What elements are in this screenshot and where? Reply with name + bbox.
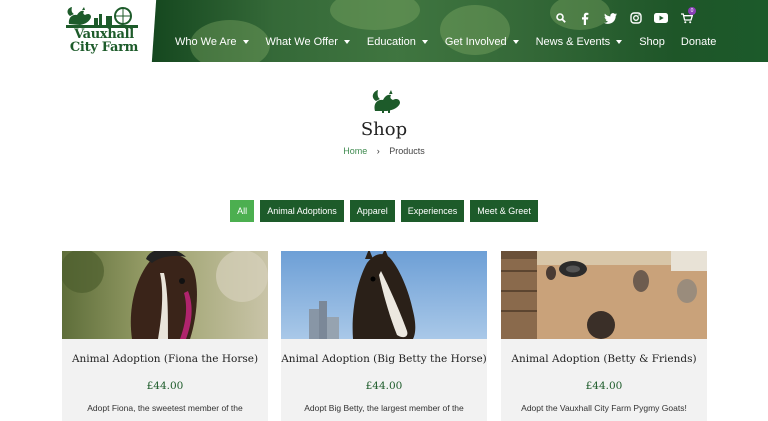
logo[interactable]: Vauxhall City Farm [0, 0, 150, 62]
nav-shop[interactable]: Shop [639, 36, 665, 48]
nav-label: Donate [680, 36, 717, 48]
filter-experiences[interactable]: Experiences [400, 200, 465, 222]
facebook-icon[interactable] [579, 11, 591, 25]
site-header: Vauxhall City Farm 0 Who We Are What We … [0, 0, 768, 62]
nav-education[interactable]: Education [367, 36, 428, 48]
nav-news-events[interactable]: News & Events [536, 36, 623, 48]
product-price: £44.00 [146, 380, 184, 392]
nav-label: Education [366, 36, 416, 48]
breadcrumb-home-link[interactable]: Home [343, 146, 367, 156]
chevron-right-icon: › [376, 146, 380, 156]
nav-label: Shop [639, 36, 665, 48]
nav-label: Who We Are [175, 36, 237, 48]
cart-count-badge: 0 [688, 7, 696, 15]
product-card[interactable]: Animal Adoption (Betty & Friends) £44.00… [501, 251, 707, 421]
product-image[interactable] [281, 251, 487, 339]
page-title: Shop [360, 119, 408, 140]
filter-meet-greet[interactable]: Meet & Greet [470, 200, 538, 222]
product-title[interactable]: Animal Adoption (Fiona the Horse) [62, 353, 268, 365]
breadcrumb: Home › Products [0, 146, 768, 156]
search-icon[interactable] [555, 11, 567, 25]
product-description: Adopt Big Betty, the largest member of t… [304, 403, 464, 413]
nav-donate[interactable]: Donate [681, 36, 716, 48]
product-title[interactable]: Animal Adoption (Betty & Friends) [501, 353, 707, 365]
category-filters: All Animal Adoptions Apparel Experiences… [0, 200, 768, 222]
filter-animal-adoptions[interactable]: Animal Adoptions [260, 200, 344, 222]
header-background-image [150, 0, 768, 62]
nav-get-involved[interactable]: Get Involved [445, 36, 519, 48]
nav-what-we-offer[interactable]: What We Offer [266, 36, 350, 48]
logo-rooster-icon [66, 7, 138, 28]
nav-who-we-are[interactable]: Who We Are [175, 36, 249, 48]
twitter-icon[interactable] [603, 11, 617, 25]
caret-down-icon [512, 40, 519, 44]
product-price: £44.00 [585, 380, 623, 392]
caret-down-icon [343, 40, 350, 44]
product-image[interactable] [62, 251, 268, 339]
breadcrumb-current: Products [389, 146, 425, 156]
caret-down-icon [421, 40, 428, 44]
instagram-icon[interactable] [629, 11, 643, 25]
product-image[interactable] [501, 251, 707, 339]
logo-text: Vauxhall City Farm [66, 28, 142, 54]
rooster-icon [372, 90, 400, 113]
logo-line-2: City Farm [69, 40, 139, 55]
product-price: £44.00 [365, 380, 403, 392]
product-card[interactable]: Animal Adoption (Fiona the Horse) £44.00… [62, 251, 268, 421]
product-description: Adopt the Vauxhall City Farm Pygmy Goats… [521, 403, 687, 413]
product-card[interactable]: Animal Adoption (Big Betty the Horse) £4… [281, 251, 487, 421]
main-nav: Who We Are What We Offer Education Get I… [175, 35, 733, 49]
filter-all[interactable]: All [230, 200, 255, 222]
product-title[interactable]: Animal Adoption (Big Betty the Horse) [281, 353, 487, 365]
caret-down-icon [616, 40, 623, 44]
caret-down-icon [242, 40, 249, 44]
product-description: Adopt Fiona, the sweetest member of the [87, 403, 243, 413]
nav-label: News & Events [535, 36, 611, 48]
youtube-icon[interactable] [654, 11, 668, 25]
filter-apparel[interactable]: Apparel [349, 200, 395, 222]
nav-label: What We Offer [265, 36, 338, 48]
nav-label: Get Involved [444, 36, 507, 48]
